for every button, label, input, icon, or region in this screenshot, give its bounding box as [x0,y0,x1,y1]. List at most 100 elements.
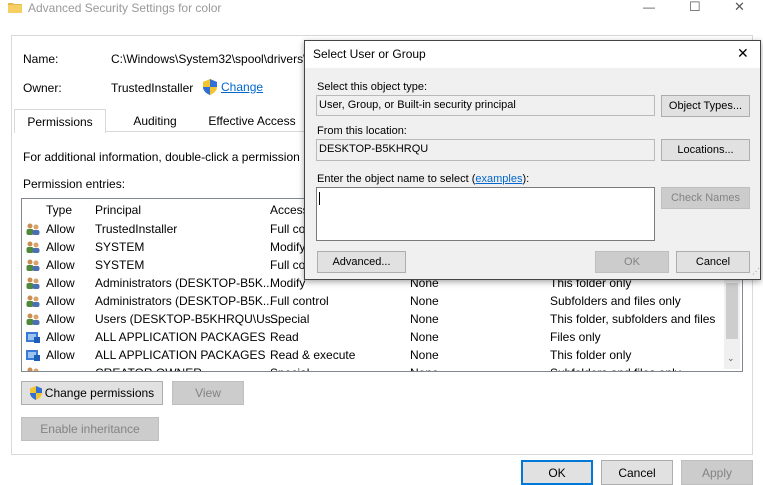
table-row[interactable]: CREATOR OWNER Special None Subfolders and f… [22,364,740,371]
table-row[interactable]: Allow ALL APPLICATION PACKAGES Read & exec… [22,346,740,364]
cell-applies: This folder only [550,348,632,362]
cell-access: Full co [270,222,306,236]
advanced-button[interactable]: Advanced... [317,251,406,273]
cell-access: Read [270,330,299,344]
object-types-button[interactable]: Object Types... [661,95,750,117]
select-user-or-group-dialog: Select User or Group ✕ Select this objec… [304,40,761,280]
cell-access: Modify [270,276,306,290]
object-type-label: Select this object type: [317,81,428,93]
scrollbar-thumb[interactable] [726,283,738,339]
cell-applies: Files only [550,330,601,344]
cell-inherited: None [410,330,439,344]
cell-principal: Administrators (DESKTOP-B5K... [95,276,273,290]
column-header-type[interactable]: Type [46,203,72,217]
users-icon [26,241,40,253]
tab-effective-access-label: Effective Access [208,114,296,128]
apply-button[interactable]: Apply [681,460,753,485]
cell-principal: ALL APPLICATION PACKAGES [95,330,266,344]
change-permissions-button[interactable]: Change permissions [21,381,163,405]
tab-auditing[interactable]: Auditing [108,110,202,132]
close-button[interactable]: ✕ [734,0,745,15]
cell-type: Allow [46,258,75,272]
owner-value: TrustedInstaller [111,81,194,95]
cell-inherited: None [410,294,439,308]
cell-access: Modify [270,240,306,254]
column-header-principal[interactable]: Principal [95,203,141,217]
object-name-label: Enter the object name to select (example… [317,173,529,185]
users-icon [26,295,40,307]
cell-principal: TrustedInstaller [95,222,178,236]
cell-access: Full control [270,294,329,308]
cell-type: Allow [46,240,75,254]
enable-inheritance-button[interactable]: Enable inheritance [21,417,159,441]
tab-auditing-label: Auditing [133,114,177,128]
locations-button[interactable]: Locations... [661,139,750,161]
object-name-label-prefix: Enter the object name to select ( [317,173,476,185]
tab-permissions[interactable]: Permissions [14,109,106,133]
text-caret [319,192,320,205]
table-row[interactable]: Allow Users (DESKTOP-B5KHRQU\Us... Special… [22,310,740,328]
permission-entries-label: Permission entries: [23,177,126,191]
cancel-button[interactable]: Cancel [601,460,673,485]
change-permissions-label: Change permissions [44,386,155,400]
column-header-access[interactable]: Access [270,203,309,217]
cell-type: Allow [46,294,75,308]
cell-applies: This folder, subfolders and files [550,312,716,326]
check-names-button[interactable]: Check Names [661,187,750,209]
dialog-cancel-button[interactable]: Cancel [676,251,750,273]
users-icon [26,259,40,271]
location-label: From this location: [317,125,407,137]
info-text: For additional information, double-click… [23,150,300,164]
name-value: C:\Windows\System32\spool\drivers\ [111,52,307,66]
users-icon [27,367,39,371]
cell-type: Allow [46,330,75,344]
cell-access: Full co [270,258,306,272]
cell-applies: Subfolders and files only [550,366,681,371]
table-row[interactable]: Allow ALL APPLICATION PACKAGES Read None Fil… [22,328,740,346]
dialog-ok-button[interactable]: OK [595,251,669,273]
packages-icon [26,332,40,343]
cell-principal: Administrators (DESKTOP-B5K... [95,294,273,308]
object-name-label-suffix: ): [522,173,530,185]
cell-inherited: None [410,312,439,326]
users-icon [26,223,40,235]
cell-principal: ALL APPLICATION PACKAGES [95,348,266,362]
resize-grip-icon[interactable]: ⋰ [752,267,760,276]
dialog-title: Select User or Group [313,47,426,61]
object-type-field: User, Group, or Built-in security princi… [316,95,655,116]
users-icon [26,313,40,325]
window-title: Advanced Security Settings for color [28,1,222,15]
scroll-down-icon[interactable]: ⌄ [727,353,735,364]
maximize-button[interactable]: ☐ [689,0,701,15]
packages-icon [26,350,40,361]
cell-principal: SYSTEM [95,258,145,272]
cell-inherited: None [410,366,439,371]
folder-icon [8,3,22,13]
minimize-button[interactable]: — [643,0,655,14]
examples-link[interactable]: examples [475,173,522,185]
cell-inherited: None [410,348,439,362]
cell-type: Allow [46,348,75,362]
cell-type: Allow [46,222,75,236]
object-name-input[interactable] [316,187,655,241]
cell-principal: SYSTEM [95,240,145,254]
table-row[interactable]: Allow Administrators (DESKTOP-B5K... Full … [22,292,740,310]
cell-applies: Subfolders and files only [550,294,681,308]
cell-principal: Users (DESKTOP-B5KHRQU\Us... [95,312,281,326]
tab-effective-access[interactable]: Effective Access [202,110,302,132]
cell-principal: CREATOR OWNER [95,366,202,371]
owner-label: Owner: [23,81,62,95]
cell-access: Special [270,366,309,371]
change-owner-link[interactable]: Change [203,79,263,95]
window-title-bar: Advanced Security Settings for color — ☐… [0,0,763,18]
cell-access: Special [270,312,310,326]
tab-permissions-label: Permissions [27,114,93,129]
view-button[interactable]: View [172,381,244,405]
dialog-title-bar: Select User or Group ✕ [305,41,760,68]
ok-button[interactable]: OK [521,460,593,485]
cell-type: Allow [46,276,75,290]
cell-access: Read & execute [270,348,356,362]
dialog-close-button[interactable]: ✕ [737,45,749,62]
name-label: Name: [23,52,59,66]
cell-type: Allow [46,312,75,326]
